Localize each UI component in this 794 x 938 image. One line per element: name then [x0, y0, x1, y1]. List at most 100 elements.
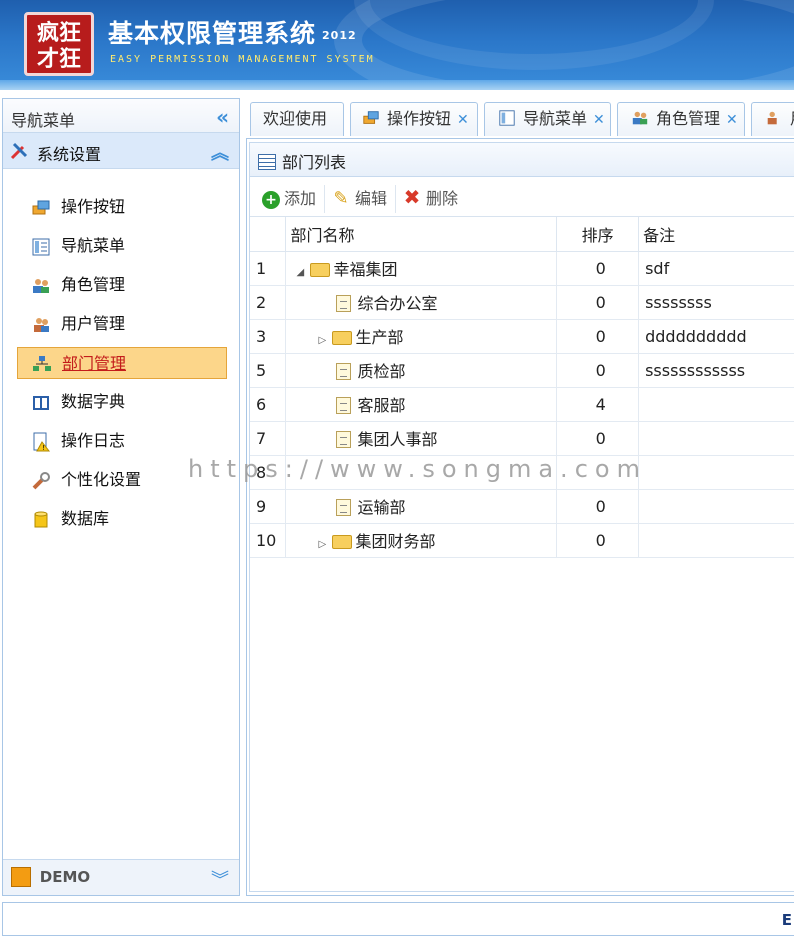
column-header-remark[interactable]: 备注 — [638, 217, 794, 252]
button-icon — [361, 106, 381, 124]
content-panel: 部门列表 + 添加 ✎ 编辑 ✖ 删除 部门名称 排序 备注 1 ◢ 幸福集团 0 sd — [246, 138, 794, 896]
dept-name-cell: 客服部 — [285, 387, 558, 422]
order-cell: 0 — [556, 285, 640, 320]
tab-roles[interactable]: 角色管理 ✕ — [617, 102, 745, 136]
dept-name: 运输部 — [357, 498, 406, 517]
remark-cell — [638, 489, 794, 524]
row-number: 2 — [250, 285, 287, 320]
dept-name-cell: 运输部 — [285, 489, 558, 524]
sidebar-item-buttons[interactable]: 操作按钮 — [17, 191, 227, 223]
footer-text: E — [781, 911, 792, 929]
table-row[interactable]: 10 ▷ 集团财务部 0 — [250, 523, 794, 558]
tab-label: 导航菜单 — [523, 109, 588, 128]
dictionary-icon — [31, 392, 51, 412]
file-icon — [336, 397, 352, 414]
edit-button[interactable]: ✎ 编辑 — [325, 185, 397, 213]
column-header-order[interactable]: 排序 — [556, 217, 640, 252]
remark-cell — [638, 523, 794, 558]
folder-icon — [332, 535, 353, 549]
table-row[interactable]: 5 质检部 0 ssssssssssss — [250, 353, 794, 388]
sidebar-item-label: 部门管理 — [62, 354, 127, 373]
sidebar-item-label: 导航菜单 — [61, 236, 126, 255]
dept-name: 集团财务部 — [355, 532, 436, 551]
database-icon — [31, 509, 51, 529]
tab-users[interactable]: 用 — [751, 102, 794, 136]
row-number: 1 — [250, 251, 287, 286]
add-label: 添加 — [284, 189, 317, 208]
table-row[interactable]: 2 综合办公室 0 ssssssss — [250, 285, 794, 320]
user-icon — [31, 314, 51, 334]
order-cell: 0 — [556, 353, 640, 388]
sidebar-title: 导航菜单 — [11, 111, 76, 130]
table-row[interactable]: 6 客服部 4 — [250, 387, 794, 422]
app-subtitle: EASY PERMISSION MANAGEMENT SYSTEM — [110, 54, 375, 65]
tools-icon — [9, 141, 29, 166]
panel-title: 部门列表 — [282, 153, 347, 172]
table-row[interactable]: 1 ◢ 幸福集团 0 sdf — [250, 251, 794, 286]
order-cell: 0 — [556, 251, 640, 286]
dept-name-cell: 质检部 — [285, 353, 558, 388]
collapse-sidebar-icon[interactable]: « — [216, 105, 229, 129]
close-icon[interactable]: ✕ — [593, 112, 605, 128]
sidebar-item-dictionary[interactable]: 数据字典 — [17, 386, 227, 418]
folder-icon — [332, 331, 353, 345]
demo-icon — [11, 867, 31, 887]
department-tree-grid: 部门名称 排序 备注 1 ◢ 幸福集团 0 sdf 2 综合办公室 0 sssss… — [250, 217, 794, 558]
sidebar-item-logs[interactable]: ! 操作日志 — [17, 425, 227, 457]
sidebar-header: 导航菜单 « — [3, 99, 239, 133]
tab-welcome[interactable]: 欢迎使用 — [250, 102, 344, 136]
tab-buttons[interactable]: 操作按钮 ✕ — [350, 102, 478, 136]
tab-nav-menu[interactable]: 导航菜单 ✕ — [484, 102, 611, 136]
user-icon — [764, 106, 784, 125]
close-icon[interactable]: ✕ — [457, 112, 469, 128]
file-icon — [336, 431, 352, 448]
table-row[interactable]: 7 集团人事部 0 — [250, 421, 794, 456]
column-header-name[interactable]: 部门名称 — [285, 217, 558, 252]
dept-name-cell: ◢ 幸福集团 — [285, 251, 558, 286]
dept-name: 综合办公室 — [357, 294, 438, 313]
expand-arrow-icon[interactable]: ▷ — [318, 335, 332, 346]
expand-arrow-icon[interactable]: ▷ — [318, 539, 332, 550]
sidebar-item-nav-menu[interactable]: 导航菜单 — [17, 230, 227, 262]
row-number: 5 — [250, 353, 287, 388]
section-system-settings[interactable]: 系统设置 ︽ — [3, 133, 239, 169]
remark-cell: dddddddddd — [638, 319, 794, 354]
order-cell: 0 — [556, 523, 640, 558]
sidebar-item-users[interactable]: 用户管理 — [17, 308, 227, 340]
sidebar-item-label: 数据库 — [61, 509, 110, 528]
section-demo[interactable]: DEMO ︾ — [3, 859, 239, 895]
edit-label: 编辑 — [355, 189, 388, 208]
row-number: 7 — [250, 421, 287, 456]
folder-open-icon — [310, 263, 331, 277]
app-header: 疯狂 才狂 基本权限管理系统 2012 EASY PERMISSION MANAG… — [0, 0, 794, 90]
dept-name-cell: ▷ 集团财务部 — [285, 523, 558, 558]
delete-button[interactable]: ✖ 删除 — [396, 183, 466, 211]
expand-arrow-icon[interactable]: ◢ — [296, 267, 310, 278]
file-icon — [336, 499, 352, 516]
dept-name-cell: 集团人事部 — [285, 421, 558, 456]
list-icon — [258, 154, 276, 170]
table-row[interactable]: 3 ▷ 生产部 0 dddddddddd — [250, 319, 794, 354]
order-cell: 4 — [556, 387, 640, 422]
tab-label: 操作按钮 — [387, 109, 452, 128]
row-number-header — [250, 217, 287, 252]
chevron-up-icon[interactable]: ︽ — [211, 139, 229, 165]
sidebar-item-label: 操作按钮 — [61, 197, 126, 216]
button-icon — [31, 197, 51, 217]
sidebar-item-label: 数据字典 — [61, 392, 126, 411]
section-label: 系统设置 — [37, 145, 102, 164]
add-button[interactable]: + 添加 — [256, 185, 326, 213]
section-label: DEMO — [39, 868, 91, 886]
table-row[interactable]: 9 运输部 0 — [250, 489, 794, 524]
sidebar-item-database[interactable]: 数据库 — [17, 503, 227, 535]
sidebar-item-label: 角色管理 — [61, 275, 126, 294]
sidebar-item-label: 用户管理 — [61, 314, 126, 333]
delete-icon: ✖ — [403, 185, 421, 209]
sidebar-item-roles[interactable]: 角色管理 — [17, 269, 227, 301]
remark-cell — [638, 387, 794, 422]
close-icon[interactable]: ✕ — [726, 112, 738, 128]
remark-cell — [638, 421, 794, 456]
chevron-down-icon[interactable]: ︾ — [211, 866, 229, 892]
wrench-icon — [31, 470, 51, 490]
sidebar-item-departments[interactable]: 部门管理 — [17, 347, 227, 379]
